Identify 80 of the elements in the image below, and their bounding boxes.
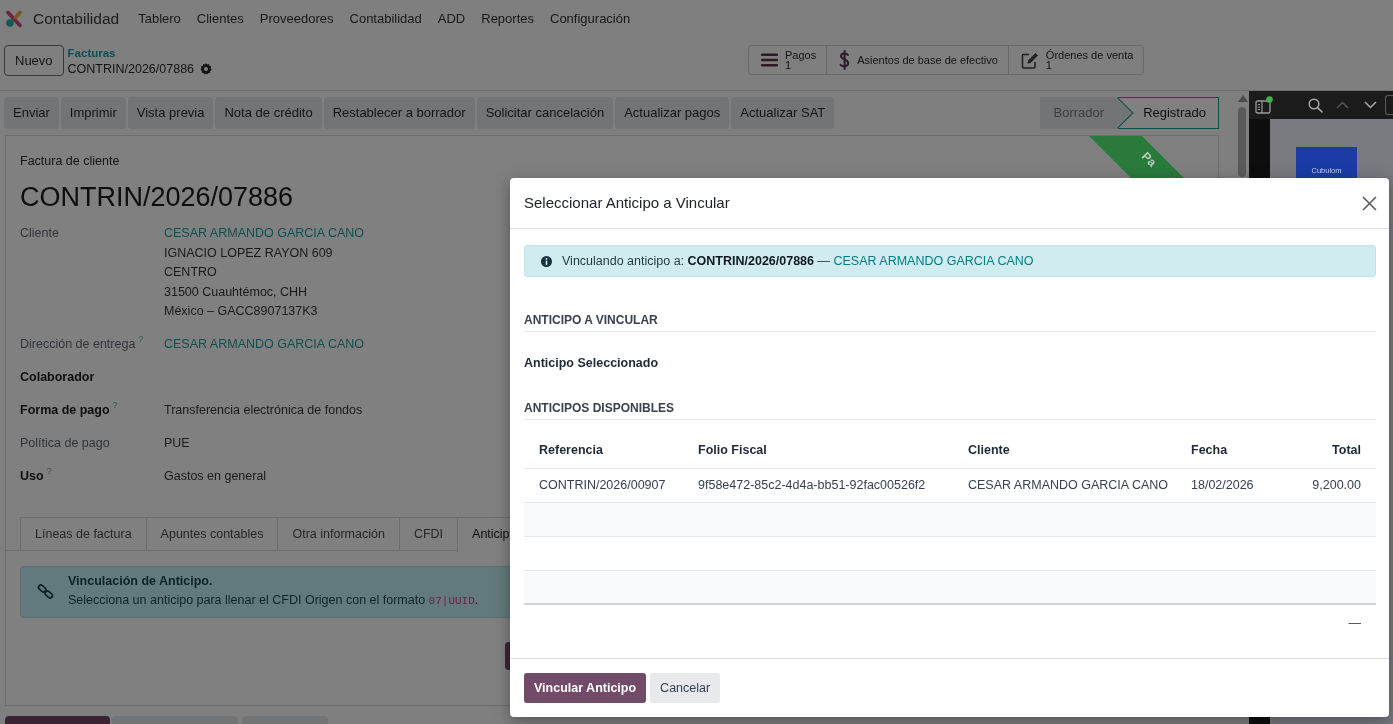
smart-button[interactable]: Órdenes de venta 1 [1008, 46, 1144, 74]
section-heading: ANTICIPOS DISPONIBLES [524, 401, 1376, 420]
field-label: Uso [20, 469, 44, 483]
dialog-title: Seleccionar Anticipo a Vincular [524, 193, 730, 213]
app-icon[interactable] [5, 9, 23, 28]
list-icon [761, 53, 778, 67]
table-cell: 9,200.00 [1291, 468, 1376, 502]
menu-item[interactable]: Configuración [550, 8, 631, 29]
table-cell: CONTRIN/2026/00907 [524, 468, 683, 502]
menu-item[interactable]: Tablero [138, 8, 181, 29]
column-header[interactable]: Folio Fiscal [683, 434, 953, 468]
table-cell: CESAR ARMANDO GARCIA CANO [953, 468, 1176, 502]
field-value: IGNACIO LOPEZ RAYON 609 [164, 244, 333, 262]
edit-icon [1020, 51, 1039, 69]
form-tab[interactable]: Anticip [457, 516, 510, 552]
form-tab[interactable]: Líneas de factura [20, 516, 147, 551]
action-button[interactable]: Enviar [4, 97, 59, 129]
chevron-up-icon[interactable] [1336, 101, 1349, 109]
action-button[interactable]: Nota de crédito [215, 97, 322, 129]
close-icon [1362, 195, 1377, 211]
field-value: Transferencia electrónica de fondos [164, 402, 363, 419]
action-button[interactable]: Imprimir [60, 97, 126, 129]
table-cell: 9f58e472-85c2-4d4a-bb51-92fac00526f2 [683, 468, 953, 502]
record-name: CONTRIN/2026/07886 [67, 61, 195, 77]
action-button[interactable]: Vista previa [127, 97, 214, 129]
field-value: 31500 Cuauhtémoc, CHH [164, 283, 308, 301]
alert-title: Vinculación de Anticipo. [68, 573, 213, 590]
column-header[interactable]: Cliente [953, 434, 1176, 468]
scrollbar-thumb[interactable] [1238, 107, 1246, 177]
action-button[interactable]: Actualizar pagos [615, 97, 730, 129]
field-link[interactable]: CESAR ARMANDO GARCIA CANO [164, 335, 365, 355]
field-value: México – GACC8907137K3 [164, 303, 318, 320]
field-label: Política de pago [20, 436, 110, 450]
customer-link[interactable]: CESAR ARMANDO GARCIA CANO [833, 253, 1034, 268]
breadcrumb-link[interactable]: Facturas [67, 46, 116, 61]
column-header[interactable]: Fecha [1176, 434, 1291, 468]
status-step[interactable]: Borrador [1039, 97, 1119, 129]
field-link[interactable]: CESAR ARMANDO GARCIA CANO [164, 224, 365, 244]
cancel-button[interactable]: Cancelar [650, 673, 721, 703]
action-button[interactable]: Solicitar cancelación [476, 97, 614, 129]
menu-item[interactable]: Contabilidad [349, 8, 422, 29]
info-icon [541, 255, 552, 267]
search-icon[interactable] [1308, 97, 1323, 113]
menu-item[interactable]: ADD [437, 8, 466, 29]
table-cell: 18/02/2026 [1176, 468, 1291, 502]
link-icon [37, 583, 54, 600]
toolbar-field[interactable] [1385, 95, 1393, 115]
panel-icon[interactable] [1255, 96, 1273, 114]
scroll-up-icon[interactable] [1238, 95, 1248, 102]
form-subtitle: Factura de cliente [20, 153, 120, 169]
app-name[interactable]: Contabilidad [33, 6, 120, 31]
section-heading: ANTICIPO A VINCULAR [524, 313, 1376, 332]
action-button[interactable]: Restablecer a borrador [323, 97, 475, 129]
record-title: CONTRIN/2026/07886 [20, 181, 294, 214]
smart-button[interactable]: Asientos de base de efectivo [827, 46, 1009, 74]
link-button[interactable]: Vincular Anticipo [524, 673, 647, 703]
field-label: Cliente [20, 226, 59, 240]
menu-item[interactable]: Proveedores [259, 8, 334, 29]
smart-button[interactable]: Pagos 1 [749, 46, 828, 74]
field-label: Dirección de entrega [20, 337, 136, 351]
field-label: Forma de pago [20, 403, 110, 417]
new-button[interactable]: Nuevo [4, 45, 64, 76]
gear-icon[interactable] [200, 63, 213, 75]
field-value: PUE [164, 435, 190, 452]
field-label: Anticipo Seleccionado [524, 355, 659, 371]
dollar-icon [839, 50, 851, 70]
menu-item[interactable]: Reportes [481, 8, 534, 29]
column-header[interactable]: Total [1291, 434, 1376, 468]
column-header[interactable]: Referencia [524, 434, 683, 468]
chevron-down-icon[interactable] [1364, 101, 1377, 109]
field-value: CENTRO [164, 264, 217, 281]
ribbon-label: Pa [1138, 149, 1160, 170]
menu-item[interactable]: Clientes [196, 8, 244, 29]
field-label: Colaborador [20, 370, 95, 384]
close-button[interactable] [1362, 195, 1377, 211]
action-button[interactable]: Actualizar SAT [731, 97, 835, 129]
total-footer: — [1291, 604, 1376, 641]
alert-text: Selecciona un anticipo para llenar el CFDI Origen con el formato 07|UUID. [68, 592, 479, 609]
field-value: Gastos en general [164, 468, 267, 485]
info-text: Vinculando anticipo a: CONTRIN/2026/07886 — CESAR ARMANDO GARCIA CANO [562, 252, 1034, 270]
